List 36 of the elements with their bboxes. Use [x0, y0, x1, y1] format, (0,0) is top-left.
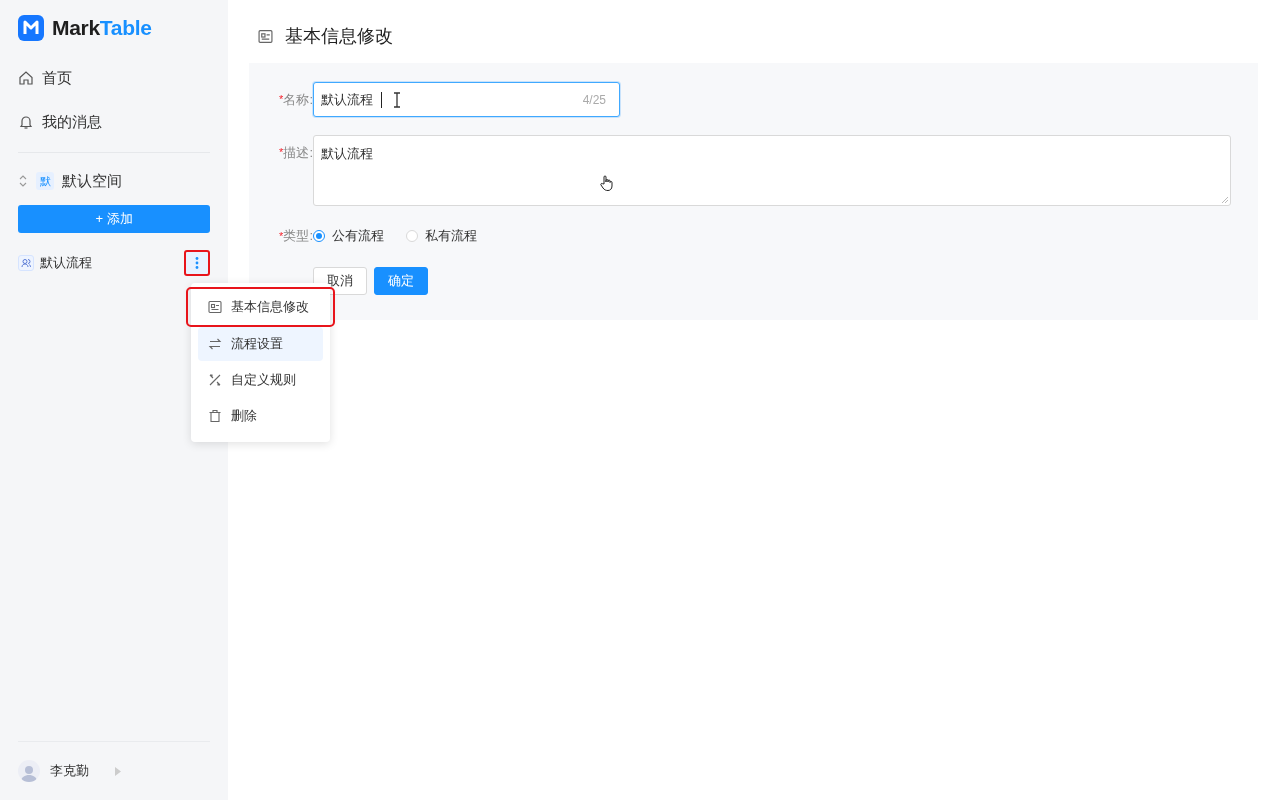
page-title-icon: [258, 28, 273, 44]
caret-icon[interactable]: [115, 766, 121, 776]
bell-icon: [18, 114, 34, 130]
nav-link[interactable]: 首页: [42, 68, 72, 88]
user-name[interactable]: 李克勤: [50, 762, 89, 780]
flow-name[interactable]: 默认流程: [40, 254, 178, 272]
more-button[interactable]: [184, 250, 210, 276]
swap-arrows-icon: [208, 337, 222, 351]
brand-name: MarkTable: [52, 16, 152, 40]
text-cursor-icon: [393, 92, 401, 108]
user-group-icon: [18, 255, 34, 271]
menu-item[interactable]: 删除: [198, 399, 323, 433]
menu-item[interactable]: 流程设置: [198, 327, 323, 361]
page-title: 基本信息修改: [285, 25, 393, 48]
description-text-area[interactable]: 默认流程: [313, 135, 1231, 206]
resize-handle-icon[interactable]: [1222, 197, 1228, 203]
hand-cursor-icon: [600, 175, 614, 191]
field-label: *描述:: [278, 144, 313, 162]
field-label: *名称:: [278, 91, 313, 109]
space-avatar: 默: [36, 172, 54, 190]
home-icon: [18, 70, 34, 86]
radio-option[interactable]: 公有流程: [313, 227, 384, 245]
trash-icon: [208, 409, 222, 423]
field-label: *类型:: [278, 228, 313, 244]
space-name[interactable]: 默认空间: [62, 171, 122, 191]
expand-toggle-icon[interactable]: [18, 174, 28, 188]
kebab-menu-icon: [195, 256, 199, 270]
avatar-icon: [18, 760, 40, 782]
menu-item[interactable]: 自定义规则: [198, 363, 323, 397]
radio-option[interactable]: 私有流程: [406, 227, 477, 245]
character-counter: 4/25: [582, 92, 606, 107]
form-icon: [208, 300, 222, 314]
name-input-field[interactable]: 默认流程 4/25: [313, 82, 620, 117]
logo-icon: [18, 15, 44, 41]
nav-link[interactable]: 我的消息: [42, 112, 102, 132]
tools-icon: [208, 373, 222, 387]
